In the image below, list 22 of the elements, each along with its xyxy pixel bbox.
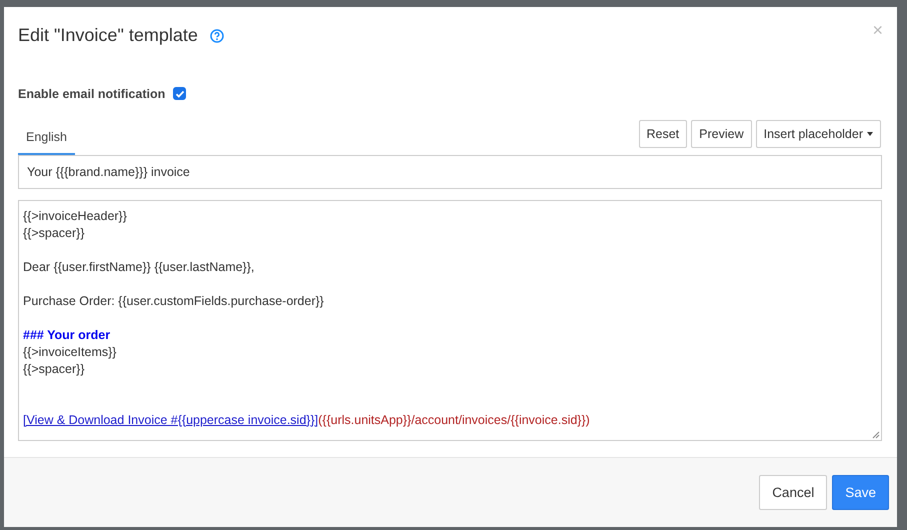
- template-text: Dear {{user.firstName}} {{user.lastName}},: [23, 260, 254, 274]
- toolbar-button[interactable]: Reset: [638, 120, 688, 148]
- resize-handle-icon[interactable]: [872, 430, 880, 439]
- template-text: {{>invoiceHeader}}: [23, 208, 127, 223]
- caret-icon: [867, 132, 873, 136]
- save-button[interactable]: Save: [832, 474, 889, 510]
- subject-field[interactable]: Your {{{brand.name}}} invoice: [18, 154, 882, 189]
- template-text: {{>spacer}}: [23, 362, 85, 376]
- link-text[interactable]: [View & Download Invoice #{{uppercase invoice.sid}}]: [23, 412, 318, 427]
- toolbar-button[interactable]: Preview: [691, 120, 752, 148]
- template-text: Purchase Order: {{user.customFields.purchase-order}}: [23, 294, 324, 308]
- dialog-title: Edit "Invoice" template: [18, 25, 198, 46]
- template-text: {{>spacer}}: [23, 226, 85, 240]
- template-text: {{>invoiceItems}}: [23, 344, 116, 359]
- url-text: ({{urls.unitsApp}}/account/invoices/{{invoice.sid}}): [318, 412, 590, 427]
- insert-placeholder-dropdown[interactable]: Insert placeholder: [756, 120, 881, 148]
- template-editor[interactable]: [18, 200, 882, 441]
- notification-checkbox[interactable]: [173, 87, 186, 100]
- notification-label: Enable email notification: [18, 86, 166, 101]
- markdown-heading: ### Your order: [23, 328, 110, 342]
- cancel-button[interactable]: Cancel: [759, 474, 828, 510]
- help-icon[interactable]: [210, 28, 224, 42]
